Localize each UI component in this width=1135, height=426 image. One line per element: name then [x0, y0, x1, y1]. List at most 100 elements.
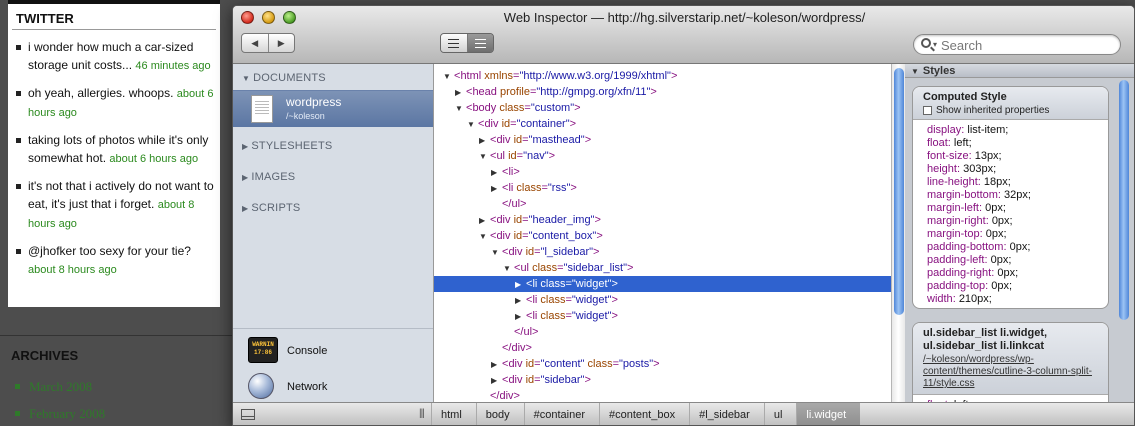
disclosure-closed-icon[interactable]: ▶	[491, 181, 502, 197]
disclosure-open-icon[interactable]: ▼	[491, 245, 502, 261]
tweet-time-link[interactable]: 46 minutes ago	[135, 60, 210, 72]
dom-node-row[interactable]: ▶ <div id="sidebar">	[434, 372, 891, 388]
network-button[interactable]: Network	[248, 373, 448, 401]
back-button[interactable]: ◀	[242, 34, 269, 52]
search-input[interactable]: ▾ Search	[913, 34, 1121, 55]
style-property[interactable]: margin-left: 0px;	[927, 202, 1108, 215]
dom-node-row[interactable]: </ul>	[434, 324, 891, 340]
style-property[interactable]: padding-left: 0px;	[927, 254, 1108, 267]
tweet-time-link[interactable]: about 8 hours ago	[28, 264, 117, 276]
forward-button[interactable]: ▶	[269, 34, 295, 52]
breadcrumb-item[interactable]: #l_sidebar	[689, 403, 764, 425]
style-property[interactable]: padding-right: 0px;	[927, 267, 1108, 280]
dom-node-row[interactable]: ▼ <html xmlns="http://www.w3.org/1999/xht…	[434, 68, 891, 84]
dom-node-row[interactable]: ▶ <li>	[434, 164, 891, 180]
tree-view-button[interactable]	[467, 34, 493, 52]
disclosure-closed-icon[interactable]: ▶	[491, 357, 502, 373]
style-property[interactable]: height: 303px;	[927, 163, 1108, 176]
disclosure-closed-icon[interactable]: ▶	[491, 165, 502, 181]
checkbox-icon[interactable]	[923, 106, 932, 115]
style-property[interactable]: margin-top: 0px;	[927, 228, 1108, 241]
styles-section-header[interactable]: ▼ Styles	[905, 64, 1134, 78]
disclosure-open-icon[interactable]: ▼	[503, 261, 514, 277]
dom-node-row[interactable]: ▶ <li class="widget">	[434, 276, 891, 292]
disclosure-open-icon[interactable]: ▼	[479, 229, 490, 245]
tag-bracket: >	[532, 326, 539, 338]
disclosure-closed-icon[interactable]: ▶	[479, 213, 490, 229]
style-property[interactable]: padding-top: 0px;	[927, 280, 1108, 293]
style-property[interactable]: padding-bottom: 0px;	[927, 241, 1108, 254]
style-property[interactable]: margin-bottom: 32px;	[927, 189, 1108, 202]
tweet-time-link[interactable]: about 6 hours ago	[109, 153, 198, 165]
style-property[interactable]: width: 210px;	[927, 293, 1108, 306]
tag-bracket: >	[611, 310, 618, 322]
styles-scrollbar-thumb[interactable]	[1119, 80, 1129, 320]
dom-node-row[interactable]: </ul>	[434, 196, 891, 212]
breadcrumb-item[interactable]: html	[431, 403, 476, 425]
archive-link[interactable]: March 2008	[13, 373, 232, 400]
disclosure-closed-icon[interactable]: ▶	[491, 373, 502, 389]
disclosure-open-icon[interactable]: ▼	[479, 149, 490, 165]
dom-node-row[interactable]: ▶ <div id="content" class="posts">	[434, 356, 891, 372]
style-property[interactable]: display: list-item;	[927, 124, 1108, 137]
sidebar-section-images[interactable]: ▶ IMAGES	[242, 171, 295, 183]
tag-bracket: >	[611, 294, 618, 306]
show-inherited-checkbox[interactable]: Show inherited properties	[923, 105, 1101, 116]
splitter-grip[interactable]: |||	[419, 408, 425, 419]
dom-node-row[interactable]: ▶ <div id="header_img">	[434, 212, 891, 228]
tag-name: ul	[511, 198, 521, 210]
dom-node-row[interactable]: ▼ <div id="l_sidebar">	[434, 244, 891, 260]
property-name: padding-top	[927, 280, 986, 292]
dom-node-row[interactable]: ▶ <div id="masthead">	[434, 132, 891, 148]
disclosure-closed-icon[interactable]: ▶	[515, 277, 526, 293]
breadcrumb-item[interactable]: ul	[763, 403, 797, 425]
breadcrumb-item[interactable]: body	[475, 403, 524, 425]
archive-link[interactable]: February 2008	[13, 400, 232, 426]
sidebar-section-stylesheets[interactable]: ▶ STYLESHEETS	[242, 140, 332, 152]
dom-node-row[interactable]: ▼ <div id="content_box">	[434, 228, 891, 244]
sidebar-section-documents[interactable]: ▼ DOCUMENTS	[242, 72, 326, 84]
dom-node-row[interactable]: ▶ <li class="rss">	[434, 180, 891, 196]
chevron-down-icon[interactable]: ▾	[933, 40, 937, 49]
title-bar[interactable]: Web Inspector — http://hg.silverstarip.n…	[233, 6, 1134, 64]
breadcrumb-item[interactable]: li.widget	[796, 403, 861, 425]
dom-node-row[interactable]: </div>	[434, 388, 891, 402]
tag-bracket: >	[520, 198, 527, 210]
disclosure-closed-icon[interactable]: ▶	[515, 293, 526, 309]
disclosure-open-icon[interactable]: ▼	[467, 117, 478, 133]
disclosure-open-icon[interactable]: ▼	[443, 69, 454, 85]
dom-node-row[interactable]: ▼ <body class="custom">	[434, 100, 891, 116]
stylesheet-link[interactable]: /~koleson/wordpress/wp-content/themes/cu…	[923, 354, 1102, 390]
disclosure-open-icon[interactable]: ▼	[455, 101, 466, 117]
disclosure-closed-icon[interactable]: ▶	[479, 133, 490, 149]
attr-value: "http://gmpg.org/xfn/11"	[536, 86, 651, 98]
dom-scrollbar-thumb[interactable]	[894, 68, 904, 315]
dom-node-row[interactable]: </div>	[434, 340, 891, 356]
dom-node-row[interactable]: ▼ <ul id="nav">	[434, 148, 891, 164]
dom-node-row[interactable]: ▼ <div id="container">	[434, 116, 891, 132]
style-property[interactable]: line-height: 18px;	[927, 176, 1108, 189]
sidebar-item-wordpress[interactable]: wordpress /~koleson	[233, 90, 433, 127]
status-bar: ||| html body #container #content_box #l_sid…	[233, 402, 1134, 425]
dom-node-row[interactable]: ▶ <li class="widget">	[434, 292, 891, 308]
console-button[interactable]: WARNIN 17:86 Console	[248, 337, 448, 365]
property-name: width	[927, 293, 953, 305]
tweet-list: i wonder how much a car-sized storage un…	[8, 30, 220, 279]
dom-node-row[interactable]: ▶ <li class="widget">	[434, 308, 891, 324]
dom-node-row[interactable]: ▶ <head profile="http://gmpg.org/xfn/11">	[434, 84, 891, 100]
rule-selector: ul.sidebar_list li.widget,	[923, 327, 1048, 339]
tag-bracket: >	[650, 86, 657, 98]
dom-view-button[interactable]	[441, 34, 468, 52]
disclosure-closed-icon[interactable]: ▶	[515, 309, 526, 325]
dom-node-row[interactable]: ▼ <ul class="sidebar_list">	[434, 260, 891, 276]
style-property[interactable]: float: left;	[927, 137, 1108, 150]
dock-toggle-icon[interactable]	[241, 409, 255, 420]
breadcrumb-item[interactable]: #container	[523, 403, 599, 425]
tag-bracket: >	[627, 262, 634, 274]
style-property[interactable]: margin-right: 0px;	[927, 215, 1108, 228]
breadcrumb-item[interactable]: #content_box	[599, 403, 689, 425]
dom-scrollbar[interactable]	[891, 64, 905, 402]
sidebar-section-scripts[interactable]: ▶ SCRIPTS	[242, 202, 300, 214]
style-property[interactable]: font-size: 13px;	[927, 150, 1108, 163]
disclosure-closed-icon[interactable]: ▶	[455, 85, 466, 101]
